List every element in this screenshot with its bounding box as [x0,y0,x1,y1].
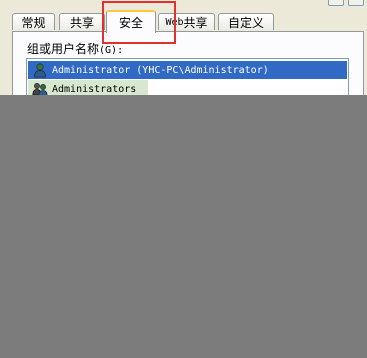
user-name: Administrator (YHC-PC\Administrator) [52,64,269,76]
obscured-region [0,95,367,358]
group-label-text: 组或用户名称 [27,42,100,56]
user-list-item-administrator[interactable]: Administrator (YHC-PC\Administrator) [28,61,347,79]
properties-tabstrip: 常规 共享 安全 Web 共享 自定义 [12,10,364,33]
title-button-left[interactable] [328,0,344,6]
titlebar-edge [0,0,367,6]
tab-general[interactable]: 常规 [12,13,55,30]
tab-general-label: 常规 [21,15,46,30]
user-list[interactable]: Administrator (YHC-PC\Administrator) Adm… [26,58,349,98]
tab-sharing-label: 共享 [69,15,94,30]
tab-web-sharing-label: 共享 [183,15,208,30]
tab-custom[interactable]: 自定义 [218,13,274,30]
user-name: Administrators [52,83,137,95]
tab-custom-label: 自定义 [227,15,264,30]
title-button-right[interactable] [348,0,364,6]
tab-sharing[interactable]: 共享 [59,13,105,30]
annotation-highlight-box [102,1,176,44]
group-label-mnemonic: (G): [99,45,124,56]
user-icon [34,63,46,78]
